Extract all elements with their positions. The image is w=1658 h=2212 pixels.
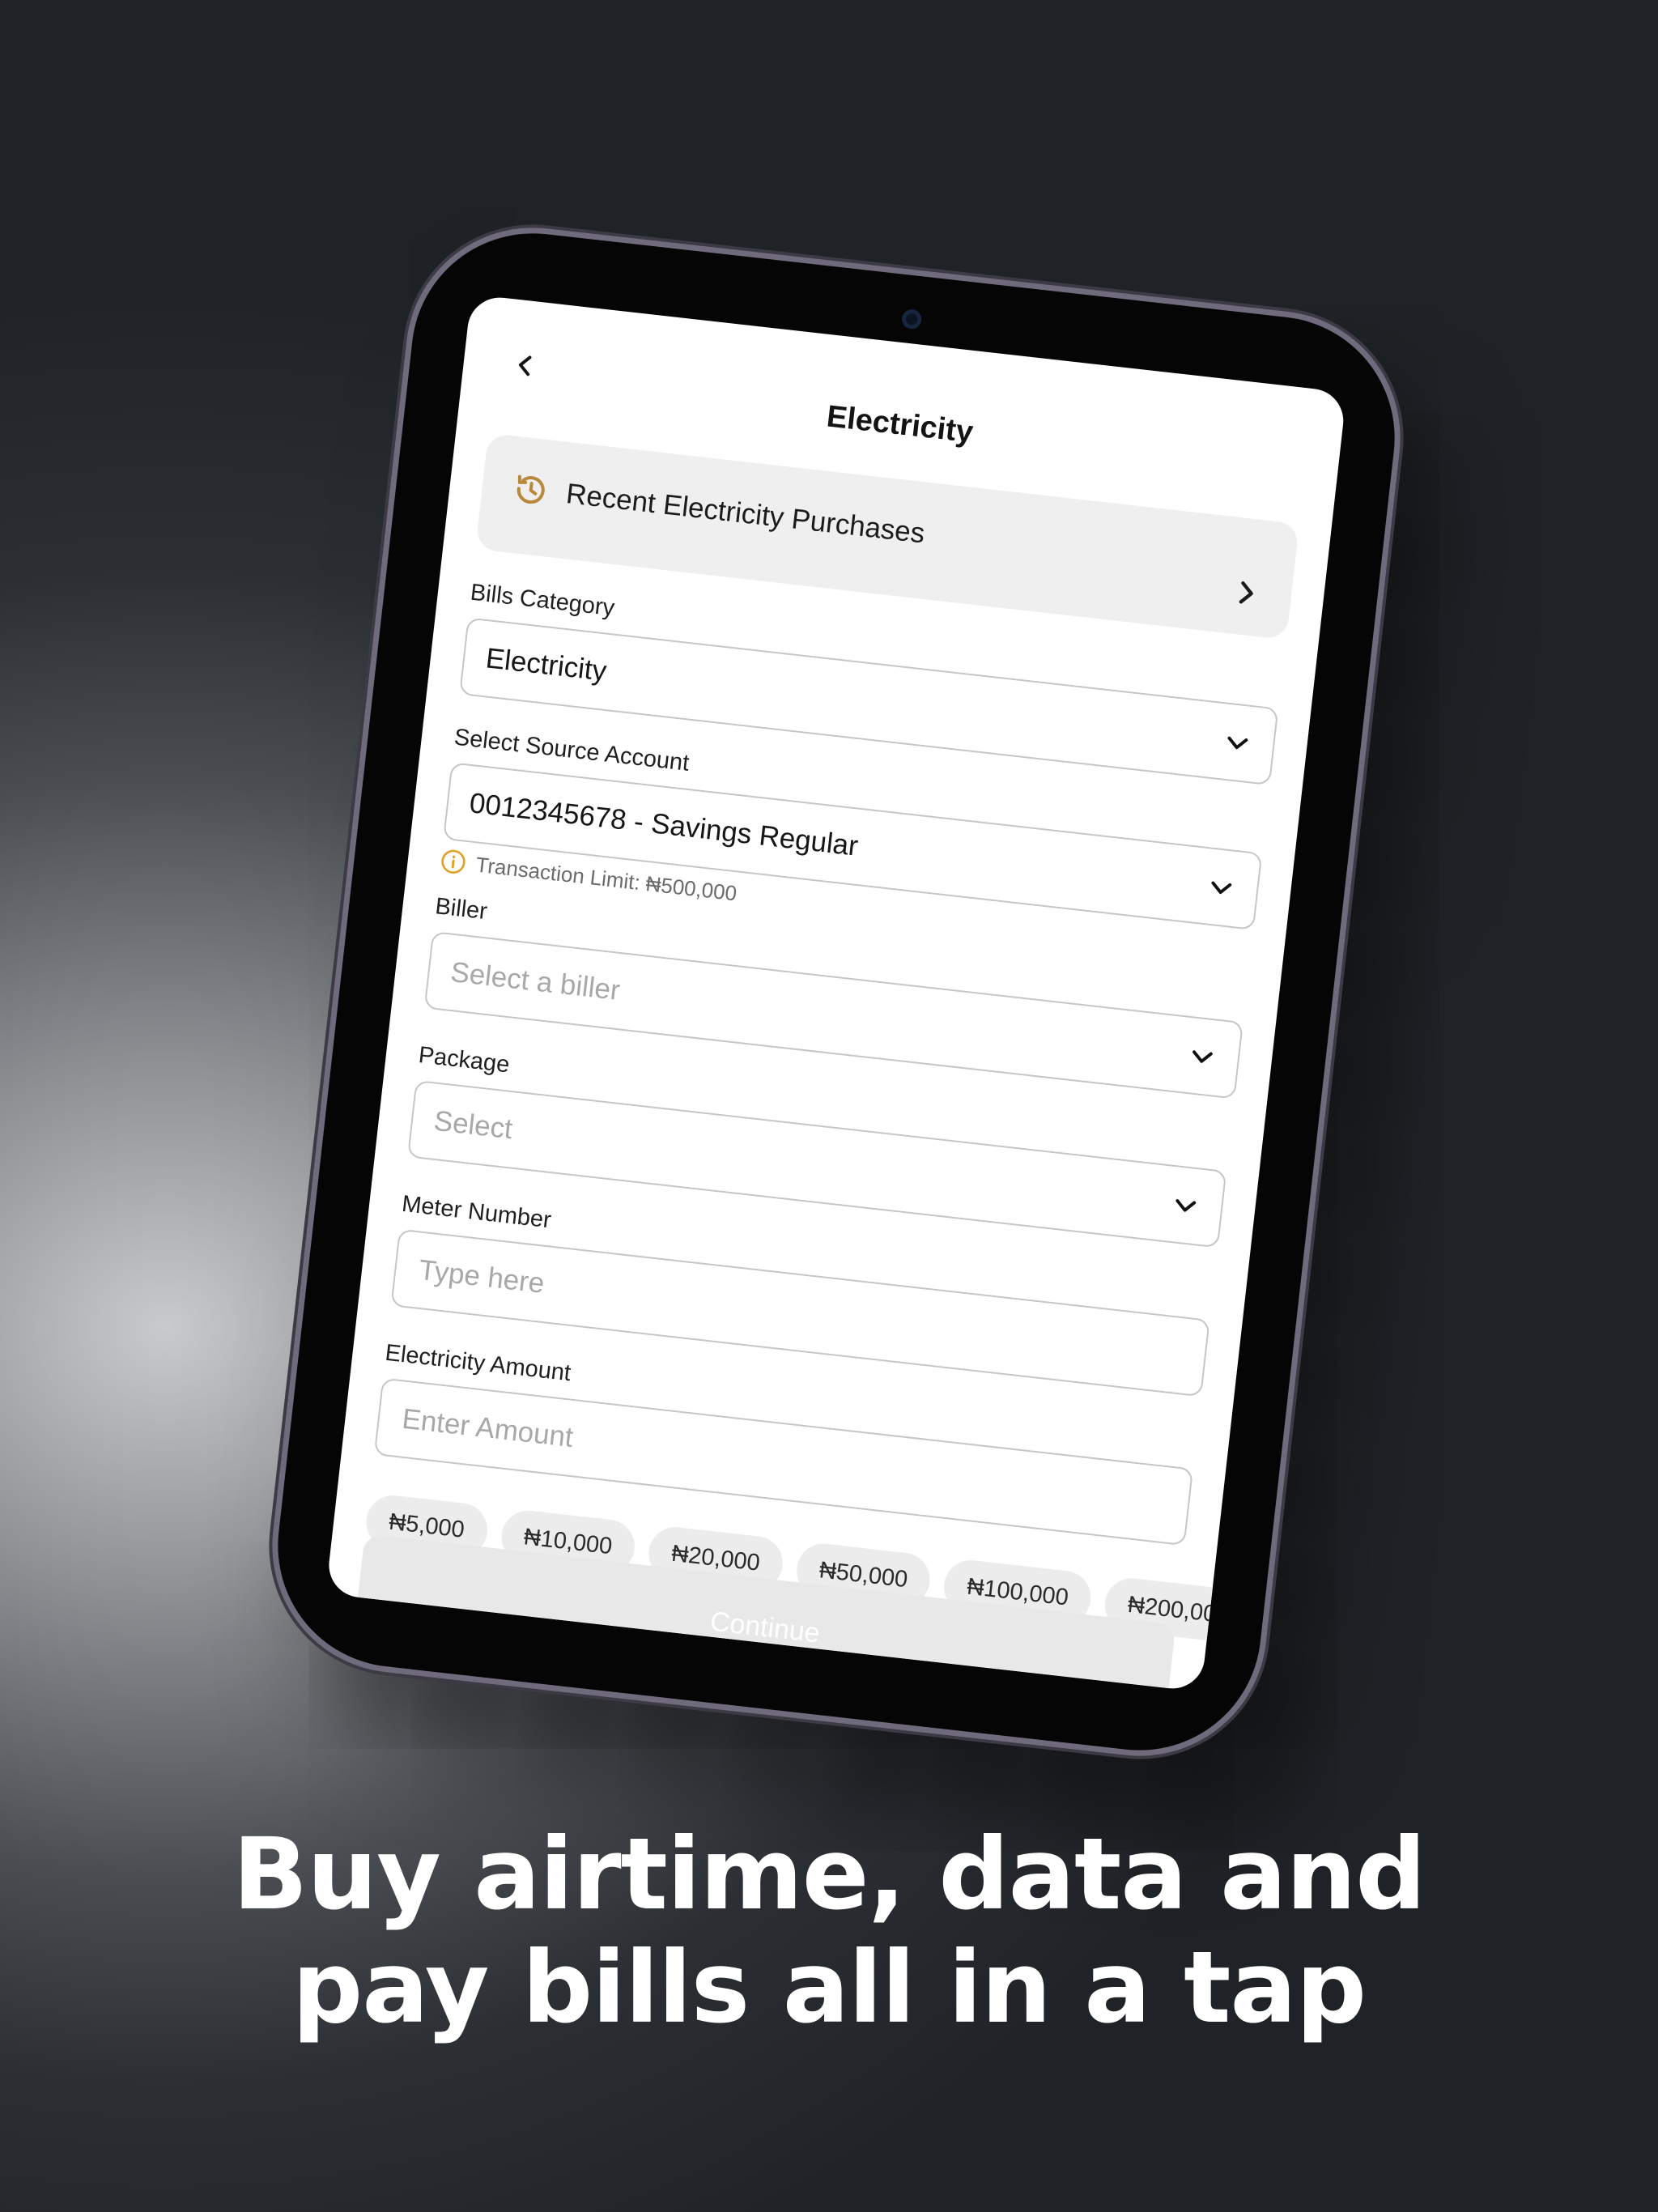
tablet-device: Electricity Recent Electricity Purchases… xyxy=(265,220,1408,1763)
chevron-down-icon xyxy=(1227,736,1248,750)
chevron-down-icon xyxy=(1211,881,1232,895)
biller-placeholder: Select a biller xyxy=(449,955,622,1007)
chevron-down-icon xyxy=(1175,1199,1197,1212)
headline-line-1: Buy airtime, data and xyxy=(232,1817,1426,1932)
history-clock-icon xyxy=(517,474,545,504)
chevron-down-icon xyxy=(1192,1050,1213,1063)
front-camera xyxy=(900,308,923,330)
info-icon xyxy=(441,849,466,874)
source-account-value: 0012345678 - Savings Regular xyxy=(468,787,860,862)
app-screen: Electricity Recent Electricity Purchases… xyxy=(325,294,1347,1692)
promo-stage: Electricity Recent Electricity Purchases… xyxy=(0,0,1658,2212)
chevron-right-icon xyxy=(1239,581,1253,604)
bills-category-value: Electricity xyxy=(484,642,609,687)
package-placeholder: Select xyxy=(432,1104,515,1146)
recent-purchases-label: Recent Electricity Purchases xyxy=(564,478,927,550)
headline-line-2: pay bills all in a tap xyxy=(291,1930,1367,2045)
promo-headline: Buy airtime, data and pay bills all in a… xyxy=(0,1818,1658,2044)
